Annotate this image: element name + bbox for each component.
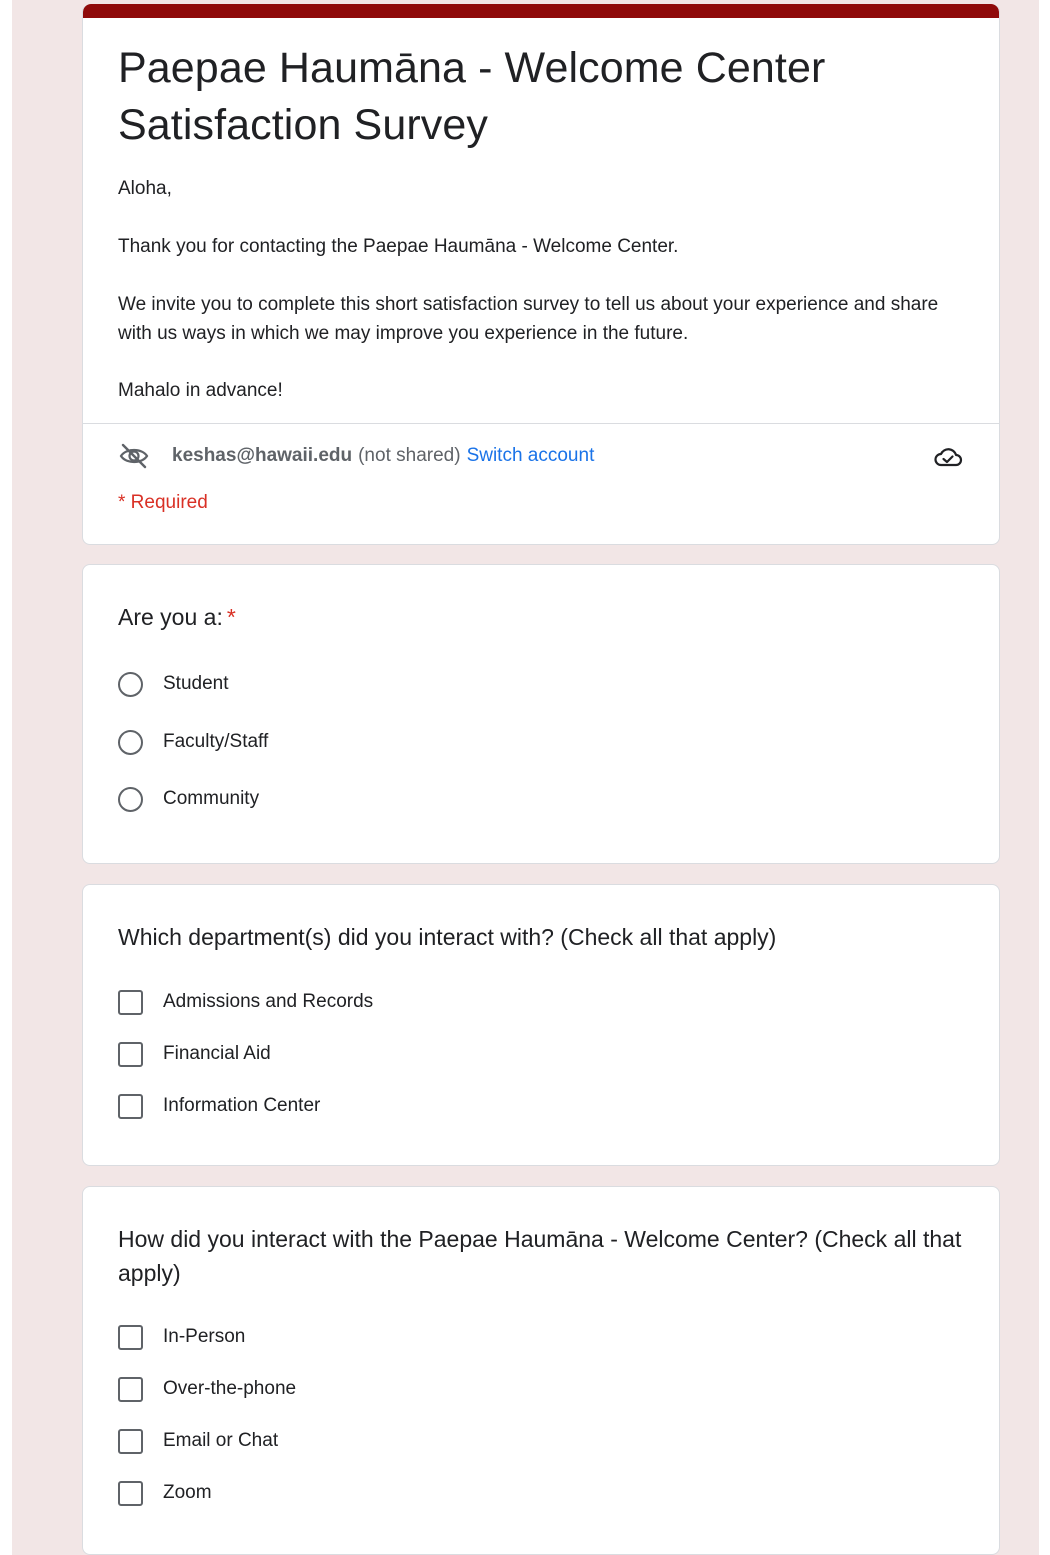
- radio-button[interactable]: [118, 729, 143, 755]
- theme-accent-bar: [83, 4, 999, 18]
- option-label: Financial Aid: [163, 1043, 271, 1064]
- question-title: Are you a: *: [118, 600, 968, 634]
- header-divider: [83, 423, 999, 424]
- checkbox-option-over-the-phone[interactable]: Over-the-phone: [118, 1373, 296, 1405]
- option-label: Faculty/Staff: [163, 731, 269, 752]
- question-title: How did you interact with the Paepae Hau…: [118, 1226, 962, 1286]
- cloud-check-icon: [934, 448, 963, 467]
- form-header-card: Paepae Haumāna - Welcome Center Satisfac…: [82, 4, 1000, 545]
- description-thanks: Thank you for contacting the Paepae Haum…: [118, 236, 679, 257]
- description-invite: We invite you to complete this short sat…: [118, 294, 939, 344]
- radio-option-community[interactable]: Community: [118, 783, 259, 815]
- radio-button[interactable]: [118, 786, 143, 812]
- account-email: keshas@hawaii.edu: [172, 445, 353, 466]
- checkbox[interactable]: [118, 989, 143, 1015]
- question-title: Which department(s) did you interact wit…: [118, 924, 777, 950]
- option-label: Admissions and Records: [163, 991, 374, 1012]
- radio-button[interactable]: [118, 671, 143, 697]
- question-title-text: Are you a:: [118, 604, 223, 630]
- checkbox-option-admissions-records[interactable]: Admissions and Records: [118, 986, 373, 1018]
- radio-option-faculty-staff[interactable]: Faculty/Staff: [118, 726, 268, 758]
- checkbox[interactable]: [118, 1093, 143, 1119]
- checkbox[interactable]: [118, 1428, 143, 1454]
- option-label: Information Center: [163, 1095, 321, 1116]
- account-row: keshas@hawaii.edu (not shared) Switch ac…: [118, 441, 968, 471]
- required-asterisk: *: [226, 604, 236, 630]
- checkbox[interactable]: [118, 1480, 143, 1506]
- checkbox[interactable]: [118, 1041, 143, 1067]
- description-closing: Mahalo in advance!: [118, 380, 283, 401]
- checkbox-option-in-person[interactable]: In-Person: [118, 1321, 245, 1353]
- option-label: Community: [163, 788, 260, 809]
- option-label: Email or Chat: [163, 1430, 279, 1451]
- radio-option-student[interactable]: Student: [118, 668, 229, 700]
- form-title: Paepae Haumāna - Welcome Center Satisfac…: [118, 44, 826, 149]
- checkbox[interactable]: [118, 1376, 143, 1402]
- required-note: * Required: [118, 492, 208, 513]
- option-label: Over-the-phone: [163, 1378, 297, 1399]
- switch-account-link[interactable]: Switch account: [467, 445, 595, 467]
- checkbox-option-information-center[interactable]: Information Center: [118, 1090, 320, 1122]
- checkbox-option-email-chat[interactable]: Email or Chat: [118, 1425, 278, 1457]
- question-card-role: Are you a: * Student Faculty/Staff Commun…: [82, 564, 1000, 864]
- option-label: In-Person: [163, 1326, 246, 1347]
- checkbox-option-financial-aid[interactable]: Financial Aid: [118, 1038, 271, 1070]
- question-card-departments: Which department(s) did you interact wit…: [82, 884, 1000, 1166]
- not-shared-label: (not shared): [358, 445, 461, 466]
- description-greeting: Aloha,: [118, 178, 172, 199]
- option-label: Student: [163, 673, 229, 694]
- question-card-interaction-method: How did you interact with the Paepae Hau…: [82, 1186, 1000, 1555]
- checkbox-option-zoom[interactable]: Zoom: [118, 1477, 212, 1509]
- checkbox[interactable]: [118, 1324, 143, 1350]
- eye-off-icon: [119, 443, 149, 469]
- option-label: Zoom: [163, 1482, 212, 1503]
